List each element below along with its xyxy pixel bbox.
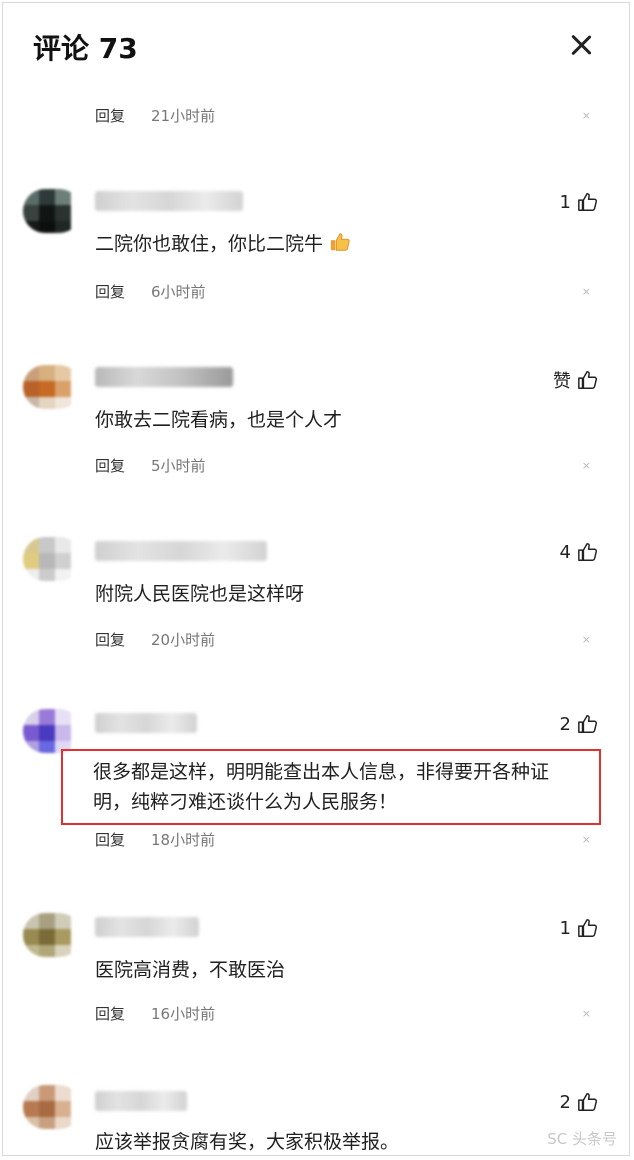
- like-button[interactable]: 4: [560, 541, 599, 563]
- dismiss-icon[interactable]: ×: [582, 1007, 591, 1020]
- username[interactable]: [95, 541, 267, 561]
- comment-meta: 回复 16小时前: [95, 1003, 215, 1024]
- avatar[interactable]: [23, 913, 81, 957]
- reply-button[interactable]: 回复: [95, 455, 125, 476]
- comment-text: 你敢去二院看病，也是个人才: [95, 409, 343, 431]
- comment-text: 医院高消费，不敢医治: [95, 959, 286, 981]
- comment-meta: 回复 21小时前: [95, 105, 215, 126]
- thumbs-up-icon: [578, 715, 598, 733]
- comment-time: 21小时前: [151, 107, 216, 125]
- comment-time: 6小时前: [151, 283, 206, 301]
- watermark: SC 头条号: [547, 1130, 617, 1148]
- comment-text-content: 二院你也敢住，你比二院牛: [95, 233, 324, 255]
- avatar[interactable]: [23, 189, 81, 233]
- like-button[interactable]: 1: [560, 191, 599, 213]
- avatar[interactable]: [23, 537, 81, 581]
- comment-meta: 回复 20小时前: [95, 629, 215, 650]
- comment-text: 二院你也敢住，你比二院牛: [95, 229, 595, 259]
- reply-button[interactable]: 回复: [95, 281, 125, 302]
- dismiss-icon[interactable]: ×: [582, 285, 591, 298]
- thumbs-up-icon: [578, 543, 598, 561]
- username[interactable]: [95, 713, 197, 733]
- dismiss-icon[interactable]: ×: [582, 459, 591, 472]
- comment-meta: 回复 6小时前: [95, 281, 206, 302]
- username[interactable]: [95, 367, 233, 387]
- like-button[interactable]: 1: [560, 917, 599, 939]
- username[interactable]: [95, 1091, 187, 1111]
- comment-text: 很多都是这样，明明能查出本人信息，非得要开各种证 明，纯粹刁难还谈什么为人民服务…: [93, 757, 603, 817]
- like-count: 2: [559, 1091, 571, 1113]
- avatar[interactable]: [23, 365, 81, 409]
- reply-button[interactable]: 回复: [95, 1003, 125, 1024]
- comments-title: 评论 73: [33, 32, 138, 65]
- reply-button[interactable]: 回复: [95, 105, 125, 126]
- username[interactable]: [95, 191, 243, 211]
- dismiss-icon[interactable]: ×: [582, 633, 591, 646]
- comment-text: 应该举报贪腐有奖，大家积极举报。: [95, 1131, 400, 1153]
- like-count: 2: [559, 713, 571, 735]
- thumbs-up-icon: [578, 1093, 598, 1111]
- comment-meta: 回复 18小时前: [95, 829, 215, 850]
- thumbs-up-icon: [578, 919, 598, 937]
- close-icon[interactable]: [565, 29, 597, 61]
- like-button[interactable]: 2: [560, 1091, 599, 1113]
- comments-header: 评论 73: [3, 3, 629, 93]
- like-button[interactable]: 2: [560, 713, 599, 735]
- like-count: 赞: [553, 371, 571, 392]
- dismiss-icon[interactable]: ×: [582, 109, 591, 122]
- reply-button[interactable]: 回复: [95, 629, 125, 650]
- avatar[interactable]: [23, 709, 81, 753]
- comment-time: 5小时前: [151, 457, 206, 475]
- like-count: 4: [559, 541, 571, 563]
- like-count: 1: [559, 191, 571, 213]
- comment-time: 18小时前: [151, 831, 216, 849]
- dismiss-icon[interactable]: ×: [582, 833, 591, 846]
- avatar[interactable]: [23, 1085, 81, 1129]
- comment-meta: 回复 5小时前: [95, 455, 206, 476]
- thumbs-up-icon: [578, 193, 598, 211]
- comment-text-line: 明，纯粹刁难还谈什么为人民服务！: [93, 791, 398, 813]
- thumbs-up-icon: [578, 371, 598, 389]
- comment-text-line: 很多都是这样，明明能查出本人信息，非得要开各种证: [93, 761, 550, 783]
- reply-button[interactable]: 回复: [95, 829, 125, 850]
- username[interactable]: [95, 917, 199, 937]
- comment-text: 附院人民医院也是这样呀: [95, 583, 305, 605]
- comment-time: 20小时前: [151, 631, 216, 649]
- comment-time: 16小时前: [151, 1005, 216, 1023]
- like-count: 1: [559, 917, 571, 939]
- comments-panel: 评论 73 回复 21小时前 × 1 二院你也敢住，你比二院牛 回复 6小时前 …: [2, 2, 630, 1156]
- like-button[interactable]: 赞: [553, 367, 599, 393]
- thumbs-up-emoji-icon: [330, 233, 350, 251]
